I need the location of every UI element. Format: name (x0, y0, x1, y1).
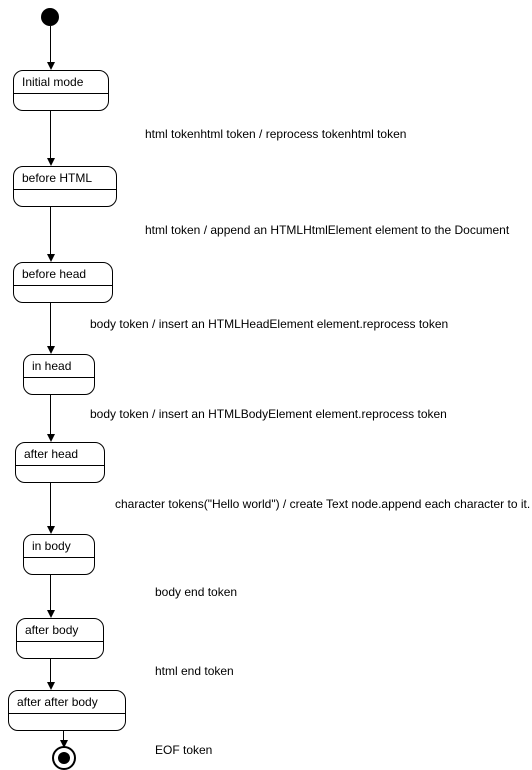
transition-label: body end token (155, 585, 237, 599)
arrow-head-icon (47, 610, 55, 618)
arrow-head-icon (47, 682, 55, 690)
arrow-head-icon (47, 158, 55, 166)
state-in-body: in body (23, 534, 95, 575)
state-label: Initial mode (14, 71, 108, 94)
state-label: after after body (9, 691, 125, 714)
transition-label: character tokens("Hello world") / create… (115, 497, 530, 511)
final-state-circle (52, 746, 76, 770)
transition-arrow (50, 574, 51, 610)
transition-label: html token / append an HTMLHtmlElement e… (145, 223, 509, 237)
state-after-head: after head (15, 442, 105, 483)
state-label: in head (24, 355, 94, 378)
transition-arrow (50, 110, 51, 158)
arrow-head-icon (47, 434, 55, 442)
state-initial-mode: Initial mode (13, 70, 109, 111)
transition-arrow (50, 394, 51, 434)
state-before-head: before head (13, 262, 113, 303)
state-after-body: after body (16, 618, 104, 659)
transition-arrow (50, 26, 51, 62)
arrow-head-icon (47, 62, 55, 70)
arrow-head-icon (47, 254, 55, 262)
transition-arrow (50, 302, 51, 346)
initial-state-circle (41, 8, 59, 26)
transition-label: html tokenhtml token / reprocess tokenht… (145, 127, 406, 141)
transition-arrow (50, 482, 51, 526)
transition-label: html end token (155, 664, 234, 678)
transition-arrow (50, 658, 51, 682)
state-label: after head (16, 443, 104, 466)
transition-arrow (50, 206, 51, 254)
state-after-after-body: after after body (8, 690, 126, 731)
arrow-head-icon (47, 526, 55, 534)
state-in-head: in head (23, 354, 95, 395)
transition-label: body token / insert an HTMLBodyElement e… (90, 407, 447, 421)
state-before-html: before HTML (13, 166, 117, 207)
state-label: before HTML (14, 167, 116, 190)
state-label: after body (17, 619, 103, 642)
arrow-head-icon (47, 346, 55, 354)
state-label: in body (24, 535, 94, 558)
transition-label: body token / insert an HTMLHeadElement e… (90, 317, 448, 331)
state-label: before head (14, 263, 112, 286)
transition-label: EOF token (155, 743, 212, 757)
